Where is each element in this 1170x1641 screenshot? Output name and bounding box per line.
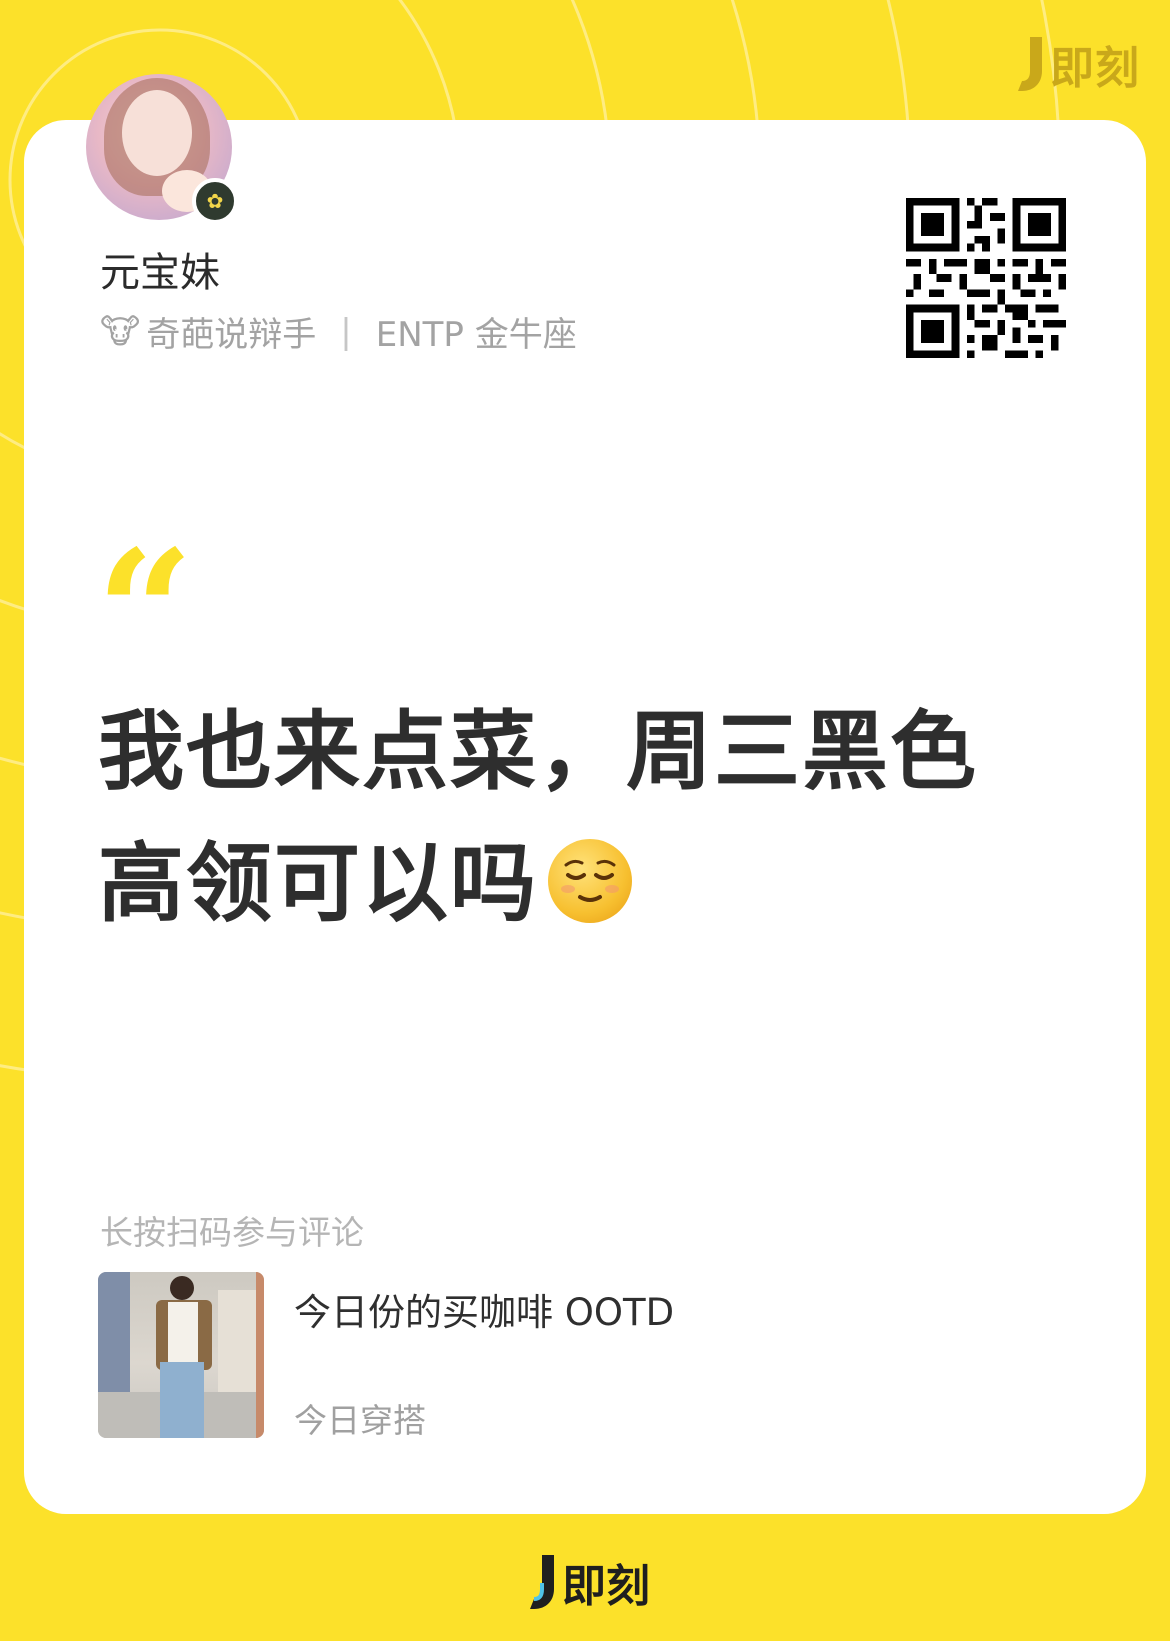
bottom-brand-logo: 即刻 — [528, 1552, 650, 1612]
top-brand-logo: 即刻 — [1016, 34, 1140, 94]
relieved-face-emoji-icon — [548, 839, 632, 923]
topic-title[interactable]: 今日份的买咖啡 OOTD — [294, 1282, 674, 1336]
topic-thumbnail[interactable] — [98, 1272, 264, 1438]
bottom-brand-name: 即刻 — [562, 1561, 650, 1612]
cow-emoji-icon: 🐮 — [100, 311, 141, 352]
author-name[interactable]: 元宝妹 — [100, 240, 220, 298]
post-body: 我也来点菜，周三黑色高领可以吗 — [98, 702, 978, 934]
post-text: 我也来点菜，周三黑色高领可以吗 — [98, 686, 1058, 950]
topic-subtitle: 今日穿搭 — [294, 1401, 426, 1440]
verified-badge-icon: ✿ — [192, 178, 238, 224]
jike-j-icon — [530, 1555, 554, 1609]
comment-hint: 长按扫码参与评论 — [100, 1213, 364, 1252]
qr-code[interactable] — [906, 198, 1066, 358]
jike-j-icon — [1018, 37, 1042, 91]
author-bio: 🐮 奇葩说辩手 | ENTP 金牛座 — [100, 307, 577, 356]
bio-separator: | — [340, 311, 352, 352]
top-brand-name: 即刻 — [1050, 43, 1140, 94]
quote-mark-icon: “ — [96, 513, 194, 713]
author-bio-title: 奇葩说辩手 — [146, 315, 317, 355]
author-bio-tags: ENTP 金牛座 — [375, 315, 577, 355]
